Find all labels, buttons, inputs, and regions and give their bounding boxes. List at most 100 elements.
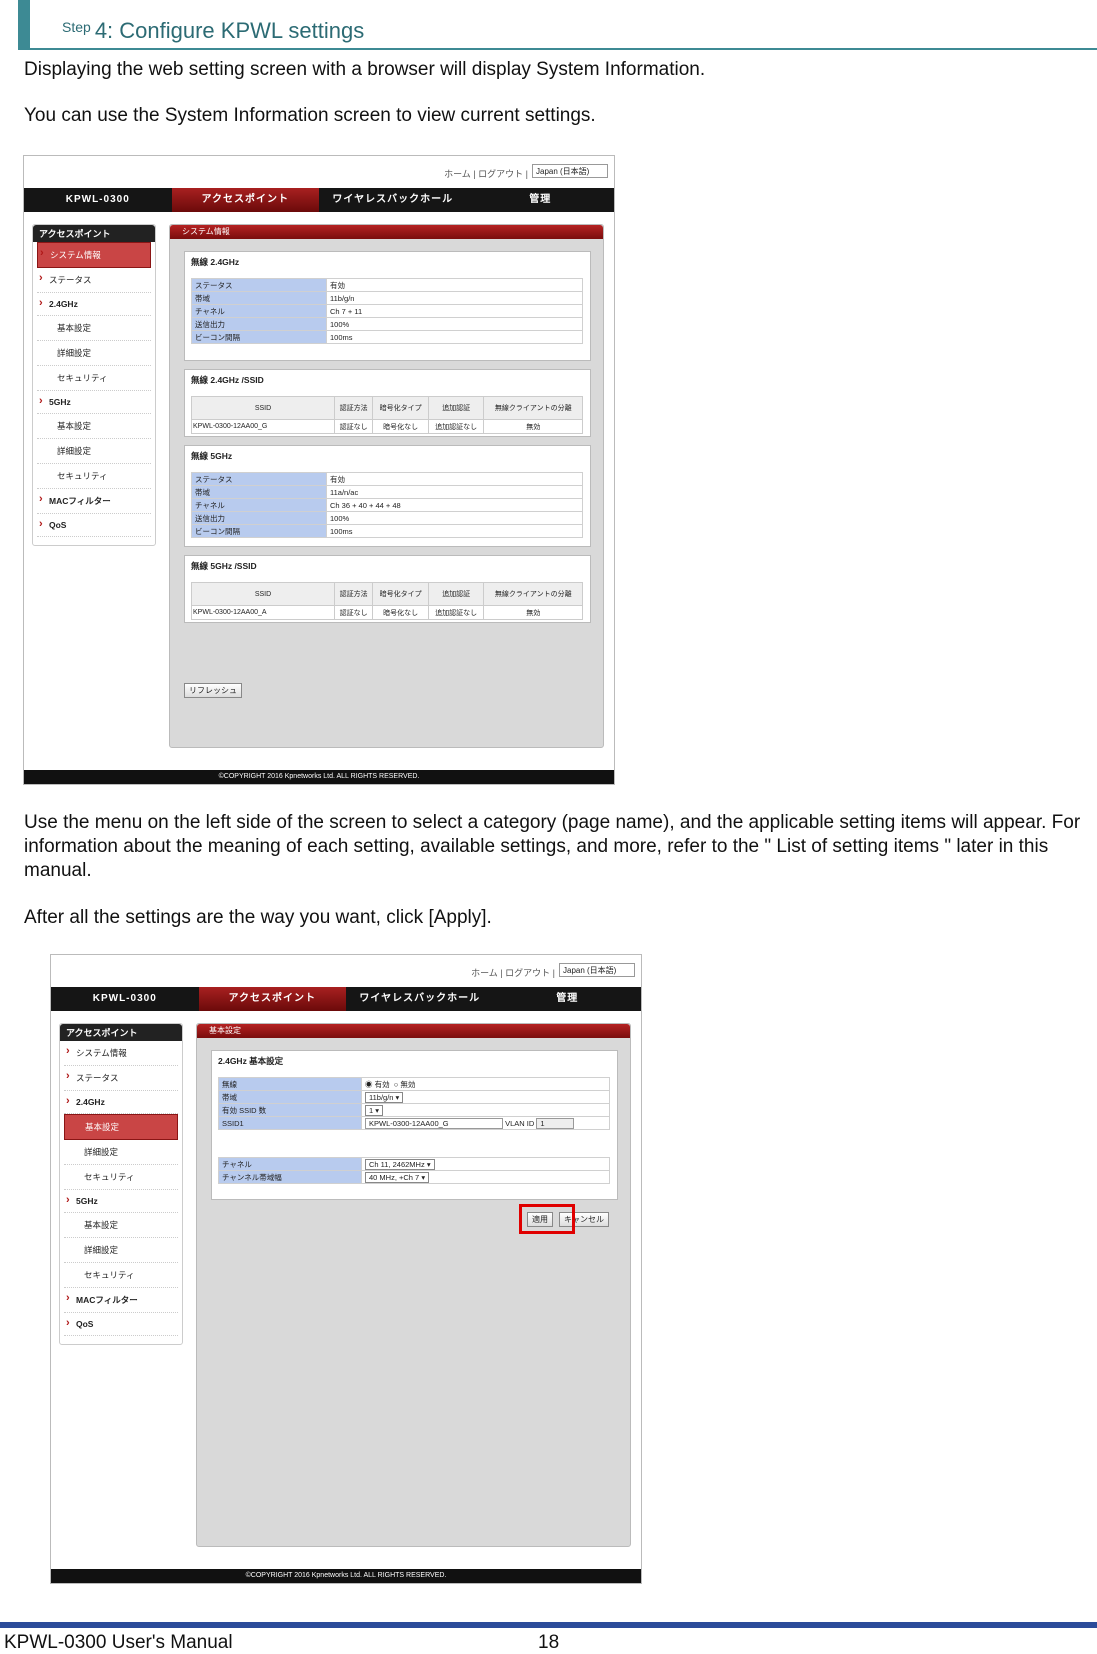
nav-product[interactable]: KPWL-0300 [51, 987, 199, 1011]
sidebar-item-basic[interactable]: 基本設定 [37, 316, 151, 341]
sidebar-item-advanced[interactable]: 詳細設定 [37, 341, 151, 366]
ssid-count-select[interactable]: 1 ▾ [365, 1104, 384, 1116]
paragraph-4: After all the settings are the way you w… [24, 907, 492, 928]
sidebar-item-security[interactable]: セキュリティ [37, 366, 151, 391]
kv-value: Ch 36 + 40 + 44 + 48 [326, 498, 583, 512]
sidebar-item-24ghz[interactable]: 2.4GHz [37, 293, 151, 316]
panel-title: 無線 2.4GHz /SSID [191, 375, 264, 385]
sidebar-item-5ghz[interactable]: 5GHz [64, 1190, 178, 1213]
sidebar-item-system-info[interactable]: システム情報 [37, 242, 151, 268]
screenshot-system-info: ホーム | ログアウト | Japan (日本語) KPWL-0300 アクセス… [23, 155, 615, 785]
col-header: 認証方法 [333, 396, 374, 420]
sidebar-item-basic[interactable]: 基本設定 [64, 1114, 178, 1140]
nav-backhaul[interactable]: ワイヤレスバックホール [319, 188, 467, 212]
panel-wireless-5: 無線 5GHz ステータス 有効 帯域 11a/n/ac チャネル Ch 36 + 4… [184, 445, 591, 547]
col-header: 暗号化タイプ [372, 396, 429, 420]
cell: 追加認証なし [427, 605, 485, 620]
footer-rule [0, 1622, 1097, 1628]
sidebar-head: アクセスポイント [60, 1024, 182, 1041]
kv-key: チャネル [218, 1157, 362, 1171]
radio-label: 無効 [400, 1079, 416, 1089]
ssid1-input[interactable]: KPWL-0300-12AA00_G [365, 1117, 503, 1129]
language-select[interactable]: Japan (日本語) [559, 963, 635, 977]
sidebar-item-security[interactable]: セキュリティ [64, 1165, 178, 1190]
sidebar-item-status[interactable]: ステータス [37, 268, 151, 293]
kv-key: ビーコン間隔 [191, 524, 327, 538]
sidebar-item-qos[interactable]: QoS [37, 514, 151, 537]
sidebar-item-24ghz[interactable]: 2.4GHz [64, 1091, 178, 1114]
sidebar-item-mac-filter[interactable]: MACフィルター [37, 489, 151, 514]
page-number: 18 [538, 1632, 560, 1653]
radio-disabled[interactable]: ○ 無効 [394, 1080, 416, 1089]
kv-value: 11a/n/ac [326, 485, 583, 499]
nav-product[interactable]: KPWL-0300 [24, 188, 172, 212]
step-title: Step 4: Configure KPWL settings [62, 18, 364, 44]
panel-basic-24: 2.4GHz 基本設定 無線 ◉ 有効 ○ 無効 帯域 11b/g/n ▾ 有効… [211, 1050, 618, 1200]
sidebar-item-advanced[interactable]: 詳細設定 [64, 1238, 178, 1263]
kv-value: 11b/g/n [326, 291, 583, 305]
panel-ssid-5: 無線 5GHz /SSID SSID 認証方法 暗号化タイプ 追加認証 無線クラ… [184, 555, 591, 623]
wireless-5-table: ステータス 有効 帯域 11a/n/ac チャネル Ch 36 + 40 + 44 +… [191, 472, 583, 538]
vlan-input[interactable]: 1 [536, 1117, 575, 1129]
sidebar-head: アクセスポイント [33, 225, 155, 242]
refresh-button[interactable]: リフレッシュ [184, 683, 242, 698]
radio-label: 有効 [374, 1079, 390, 1089]
basic-settings-table: 無線 ◉ 有効 ○ 無効 帯域 11b/g/n ▾ 有効 SSID 数 1 ▾ … [218, 1077, 610, 1130]
kv-key: 帯域 [191, 485, 327, 499]
sidebar-item-system-info[interactable]: システム情報 [64, 1041, 178, 1066]
cell: KPWL-0300-12AA00_G [191, 419, 335, 434]
sidebar-item-advanced[interactable]: 詳細設定 [64, 1140, 178, 1165]
topbar: ホーム | ログアウト | Japan (日本語) [51, 955, 641, 985]
channel-select[interactable]: Ch 11, 2462MHz ▾ [365, 1158, 435, 1170]
paragraph-1: Displaying the web setting screen with a… [24, 59, 706, 80]
topbar: ホーム | ログアウト | Japan (日本語) [24, 156, 614, 186]
sidebar-item-5ghz[interactable]: 5GHz [37, 391, 151, 414]
channel-width-select[interactable]: 40 MHz, +Ch 7 ▾ [365, 1171, 430, 1183]
cell: 認証なし [333, 419, 374, 434]
kv-value: 有効 [326, 472, 583, 486]
kv-value: 100ms [326, 330, 583, 344]
kv-value: 有効 [326, 278, 583, 292]
sidebar-item-advanced[interactable]: 詳細設定 [37, 439, 151, 464]
vlan-label: VLAN ID [505, 1118, 535, 1128]
cell: 追加認証なし [427, 419, 485, 434]
nav-admin[interactable]: 管理 [467, 188, 615, 212]
nav-access-point[interactable]: アクセスポイント [171, 188, 319, 212]
sidebar-item-mac-filter[interactable]: MACフィルター [64, 1288, 178, 1313]
top-links[interactable]: ホーム | ログアウト | [444, 167, 528, 180]
sidebar-item-basic[interactable]: 基本設定 [64, 1213, 178, 1238]
panel-title: 無線 5GHz /SSID [191, 561, 257, 571]
nav-backhaul[interactable]: ワイヤレスバックホール [346, 987, 494, 1011]
kv-key: チャネル [191, 304, 327, 318]
col-header: SSID [191, 396, 335, 420]
sidebar-item-security[interactable]: セキュリティ [64, 1263, 178, 1288]
sidebar-item-security[interactable]: セキュリティ [37, 464, 151, 489]
nav-admin[interactable]: 管理 [494, 987, 642, 1011]
cell: KPWL-0300-12AA00_A [191, 605, 335, 620]
copyright-footer: ©COPYRIGHT 2016 Kpnetworks Ltd. ALL RIGH… [24, 770, 614, 784]
cell: 認証なし [333, 605, 374, 620]
col-header: 無線クライアントの分離 [483, 396, 583, 420]
kv-key: 無線 [218, 1077, 362, 1091]
panel-title: 無線 5GHz [191, 451, 233, 461]
col-header: 追加認証 [427, 582, 485, 606]
sidebar-item-basic[interactable]: 基本設定 [37, 414, 151, 439]
band-select[interactable]: 11b/g/n ▾ [365, 1091, 404, 1103]
paragraph-2: You can use the System Information scree… [24, 105, 596, 126]
sidebar-item-qos[interactable]: QoS [64, 1313, 178, 1336]
top-links[interactable]: ホーム | ログアウト | [471, 966, 555, 979]
sidebar-item-status[interactable]: ステータス [64, 1066, 178, 1091]
table-row: KPWL-0300-12AA00_G 認証なし 暗号化なし 追加認証なし 無効 [191, 419, 583, 434]
main-content: システム情報 無線 2.4GHz ステータス 有効 帯域 11b/g/n チャネル C… [169, 224, 604, 748]
kv-value: Ch 7 + 11 [326, 304, 583, 318]
language-select[interactable]: Japan (日本語) [532, 164, 608, 178]
kv-key: チャネル [191, 498, 327, 512]
kv-value: 100ms [326, 524, 583, 538]
nav-access-point[interactable]: アクセスポイント [198, 987, 346, 1011]
ssid-24-table: SSID 認証方法 暗号化タイプ 追加認証 無線クライアントの分離 KPWL-0… [191, 396, 583, 434]
radio-enabled[interactable]: ◉ 有効 [365, 1080, 390, 1089]
main-nav: KPWL-0300 アクセスポイント ワイヤレスバックホール 管理 [24, 188, 614, 212]
table-row: KPWL-0300-12AA00_A 認証なし 暗号化なし 追加認証なし 無効 [191, 605, 583, 620]
kv-key: ステータス [191, 278, 327, 292]
heading-accent-bar [18, 0, 30, 50]
